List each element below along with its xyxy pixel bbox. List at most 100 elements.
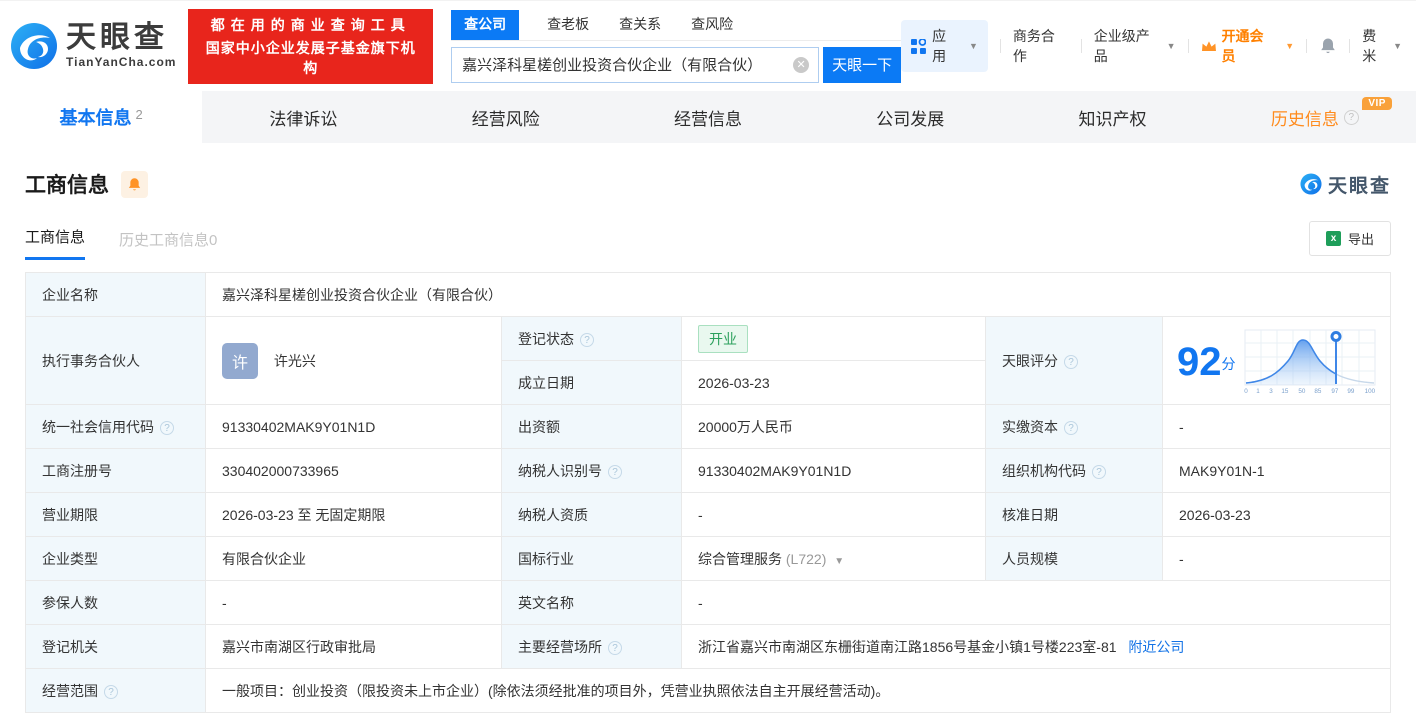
notification-bell-icon[interactable]: [1319, 37, 1337, 55]
section-title: 工商信息: [25, 174, 109, 197]
nav-divider: [1349, 39, 1351, 53]
table-row: 参保人数 - 英文名称 -: [25, 580, 1391, 625]
nav-enterprise[interactable]: 企业级产品 ▼: [1094, 26, 1176, 66]
field-label: 登记机关: [25, 624, 206, 669]
nav-divider: [1080, 39, 1082, 53]
label-text: 天眼评分: [1002, 352, 1058, 369]
logo-title: 天眼查: [66, 21, 168, 54]
search-module: 查公司 查老板 查关系 查风险 ✕ 天眼一下: [451, 9, 902, 83]
monitor-bell-button[interactable]: [121, 170, 148, 198]
company-tab-bar: 基本信息 2 法律诉讼 经营风险 经营信息 公司发展 知识产权 VIP 历史信息…: [0, 91, 1416, 143]
tab-basic-info[interactable]: 基本信息 2: [0, 91, 203, 143]
table-row: 企业名称 嘉兴泽科星槎创业投资合伙企业（有限合伙）: [25, 272, 1391, 317]
tianyancha-logo-icon: [1300, 173, 1322, 195]
field-label: 核准日期: [985, 492, 1163, 537]
user-menu[interactable]: 费米 ▼: [1362, 26, 1402, 66]
score-number: 92分: [1177, 342, 1236, 382]
enterprise-label: 企业级产品: [1093, 28, 1150, 64]
sub-tab-bar: 工商信息 历史工商信息0 x 导出: [25, 221, 1391, 260]
chevron-down-icon: ▼: [1285, 41, 1295, 51]
tianyancha-logo[interactable]: 天眼查 TianYanCha.com: [10, 22, 176, 70]
approval-date-value: 2026-03-23: [1162, 492, 1391, 537]
nav-cooperation[interactable]: 商务合作: [1013, 26, 1069, 66]
tianyancha-watermark: 天眼查: [1300, 171, 1391, 198]
nearby-companies-link[interactable]: 附近公司: [1128, 639, 1184, 655]
excel-icon: x: [1325, 231, 1341, 246]
help-icon[interactable]: ?: [580, 332, 594, 347]
export-button[interactable]: x 导出: [1308, 221, 1391, 256]
field-label: 主要经营场所?: [501, 624, 682, 669]
logo-domain: TianYanCha.com: [66, 55, 177, 69]
tab-business-risk[interactable]: 经营风险: [405, 91, 607, 143]
logo-text: 天眼查 TianYanCha.com: [66, 21, 177, 70]
tianyan-score-cell: 92分 0 1 3 15 50 85 97 99 100: [1162, 316, 1391, 405]
section-header: 工商信息 天眼查: [25, 169, 1391, 199]
score-value: 92: [1177, 339, 1222, 384]
field-label: 人员规模: [985, 536, 1163, 581]
score-marker-pin: [1330, 330, 1341, 342]
partner-name-link[interactable]: 许光兴: [274, 353, 316, 369]
chevron-down-icon: ▼: [1166, 41, 1176, 51]
search-tab-relation[interactable]: 查关系: [617, 10, 663, 40]
label-text: 经营范围: [42, 682, 98, 699]
table-row: 统一社会信用代码? 91330402MAK9Y01N1D 出资额 20000万人…: [25, 404, 1391, 449]
help-icon[interactable]: ?: [1064, 420, 1078, 435]
tab-history-info[interactable]: VIP 历史信息 ?: [1214, 91, 1416, 143]
table-row: 执行事务合伙人 许 许光兴 登记状态? 开业 天眼评分? 92分 0 1 3 1…: [25, 316, 1391, 405]
search-button[interactable]: 天眼一下: [823, 46, 902, 83]
tab-company-development[interactable]: 公司发展: [809, 91, 1011, 143]
vip-label: 开通会员: [1221, 28, 1264, 64]
status-badge: 开业: [698, 324, 748, 353]
taxpayer-id-value: 91330402MAK9Y01N1D: [681, 448, 986, 493]
label-text: 登记状态: [518, 330, 574, 347]
field-label: 纳税人资质: [501, 492, 682, 537]
chevron-down-icon: ▼: [1393, 41, 1403, 51]
reg-authority-value: 嘉兴市南湖区行政审批局: [205, 624, 502, 669]
watermark-text: 天眼查: [1327, 175, 1391, 197]
field-label: 天眼评分?: [985, 316, 1163, 405]
company-type-value: 有限合伙企业: [205, 536, 502, 581]
search-tabs: 查公司 查老板 查关系 查风险: [451, 9, 902, 41]
search-tab-boss[interactable]: 查老板: [545, 10, 591, 40]
table-row: 经营范围? 一般项目：创业投资（限投资未上市企业）(除依法须经批准的项目外，凭营…: [25, 668, 1391, 713]
help-icon[interactable]: ?: [160, 420, 174, 435]
search-tab-risk[interactable]: 查风险: [689, 10, 735, 40]
apps-menu[interactable]: 应用 ▼: [901, 20, 988, 72]
tianyancha-company-page: 天眼查 TianYanCha.com 都在用的商业查询工具 国家中小企业发展子基…: [0, 0, 1416, 713]
help-icon[interactable]: ?: [608, 464, 622, 479]
help-icon[interactable]: ?: [1343, 109, 1359, 125]
nav-divider: [1187, 39, 1189, 53]
label-text: 纳税人识别号: [518, 462, 602, 479]
field-label: 营业期限: [25, 492, 206, 537]
tab-operating-info[interactable]: 经营信息: [607, 91, 809, 143]
company-name-value: 嘉兴泽科星槎创业投资合伙企业（有限合伙）: [205, 272, 1391, 317]
open-vip-button[interactable]: 开通会员 ▼: [1201, 26, 1295, 66]
clear-icon[interactable]: ✕: [793, 56, 810, 73]
tab-intellectual-property[interactable]: 知识产权: [1011, 91, 1213, 143]
field-label: 组织机构代码?: [985, 448, 1163, 493]
help-icon[interactable]: ?: [1064, 354, 1078, 369]
subtab-business-info[interactable]: 工商信息: [25, 226, 86, 260]
field-label: 成立日期: [501, 360, 682, 405]
nav-divider: [999, 39, 1001, 53]
help-icon[interactable]: ?: [1092, 464, 1106, 479]
chevron-down-icon: ▼: [968, 41, 978, 51]
export-label: 导出: [1347, 232, 1374, 247]
label-text: 主要经营场所: [518, 638, 602, 655]
industry-value-cell: 综合管理服务 (L722) ▼: [681, 536, 986, 581]
search-tab-company[interactable]: 查公司: [451, 9, 520, 40]
table-row: 企业类型 有限合伙企业 国标行业 综合管理服务 (L722) ▼ 人员规模 -: [25, 536, 1391, 581]
help-icon[interactable]: ?: [608, 640, 622, 655]
subtab-history-business-info[interactable]: 历史工商信息0: [119, 229, 217, 260]
table-row: 工商注册号 330402000733965 纳税人识别号? 91330402MA…: [25, 448, 1391, 493]
reg-number-value: 330402000733965: [205, 448, 502, 493]
avatar[interactable]: 许: [222, 342, 258, 379]
bell-icon: [1321, 38, 1336, 54]
chevron-down-icon[interactable]: ▼: [834, 556, 844, 567]
search-input[interactable]: [451, 46, 820, 83]
tab-legal[interactable]: 法律诉讼: [202, 91, 404, 143]
field-label: 出资额: [501, 404, 682, 449]
help-icon[interactable]: ?: [104, 684, 118, 699]
score-distribution-chart: 01 3 15 50 85 97 99 100: [1244, 329, 1376, 395]
field-label: 英文名称: [501, 580, 682, 625]
